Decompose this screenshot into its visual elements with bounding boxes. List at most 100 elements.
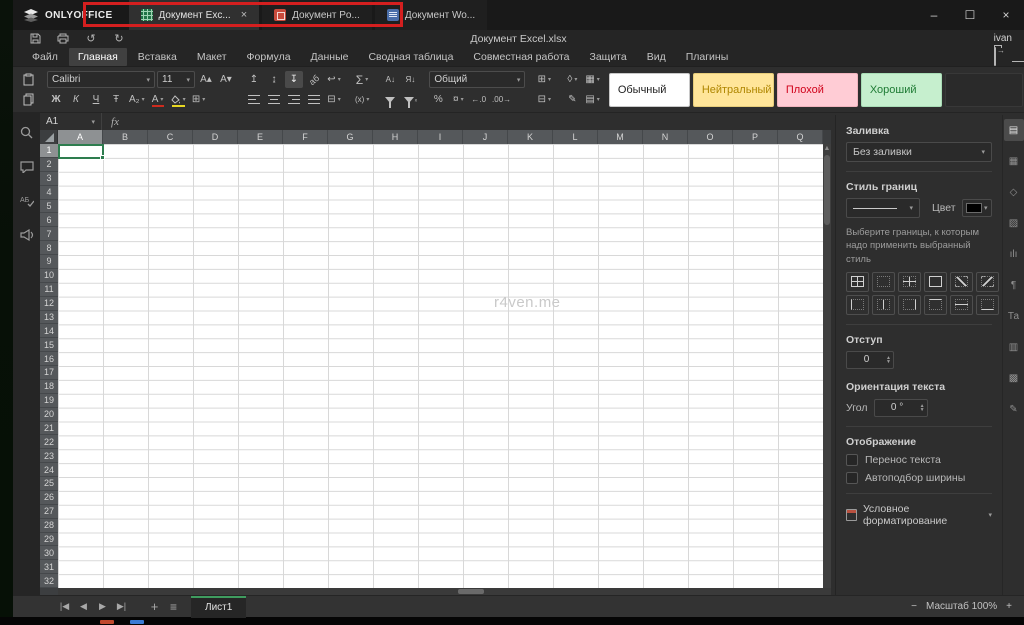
chart-settings-button[interactable]: ılı [1004, 243, 1024, 265]
clear-filter-button[interactable]: ₓ [401, 91, 419, 108]
menu-tab-Главная[interactable]: Главная [69, 48, 127, 66]
clear-button[interactable]: ◊ [563, 71, 581, 88]
horizontal-scrollbar[interactable] [58, 588, 831, 595]
filter-button[interactable] [381, 91, 399, 108]
bold-button[interactable]: Ж [47, 91, 65, 108]
column-header-A[interactable]: A [58, 130, 103, 144]
subscript-button[interactable]: А₂ [127, 91, 147, 108]
align-bottom-button[interactable]: ↧ [285, 71, 303, 88]
align-left-button[interactable] [245, 91, 263, 108]
row-header-14[interactable]: 14 [40, 324, 58, 338]
row-header-29[interactable]: 29 [40, 533, 58, 547]
sheet-list-button[interactable]: ≡ [164, 600, 183, 614]
border-outside-button[interactable] [924, 272, 947, 292]
align-right-button[interactable] [285, 91, 303, 108]
border-left-button[interactable] [846, 295, 869, 315]
row-header-24[interactable]: 24 [40, 463, 58, 477]
first-sheet-button[interactable]: |◀ [55, 601, 74, 612]
border-color-select[interactable]: ▾ [962, 199, 992, 217]
column-header-B[interactable]: B [103, 130, 148, 144]
select-all-corner[interactable] [40, 130, 58, 144]
menu-tab-Вид[interactable]: Вид [638, 48, 675, 66]
row-header-17[interactable]: 17 [40, 366, 58, 380]
row-header-11[interactable]: 11 [40, 283, 58, 297]
doc-tab[interactable]: Документ Po... [262, 0, 372, 30]
autosum-button[interactable]: Σ [353, 71, 371, 88]
merge-center-button[interactable]: ⊟ [325, 91, 343, 108]
row-header-27[interactable]: 27 [40, 505, 58, 519]
borders-button[interactable]: ⊞ [190, 91, 208, 108]
indent-spinner[interactable]: 0 ▲▼ [846, 351, 894, 369]
fill-select[interactable]: Без заливки ▾ [846, 142, 992, 162]
paragraph-settings-button[interactable]: ¶ [1004, 274, 1024, 296]
column-header-J[interactable]: J [463, 130, 508, 144]
close-button[interactable]: × [988, 0, 1024, 30]
undo-button[interactable]: ↺ [79, 31, 103, 47]
row-header-12[interactable]: 12 [40, 297, 58, 311]
align-justify-button[interactable] [305, 91, 323, 108]
row-header-9[interactable]: 9 [40, 255, 58, 269]
row-header-7[interactable]: 7 [40, 227, 58, 241]
decrease-decimal-button[interactable]: ←.0 [469, 91, 488, 108]
increase-font-button[interactable]: А▴ [197, 71, 215, 88]
print-button[interactable] [51, 31, 75, 47]
image-settings-button[interactable]: ▨ [1004, 212, 1024, 234]
menu-tab-Совместная работа[interactable]: Совместная работа [464, 48, 578, 66]
menu-tab-Файл[interactable]: Файл [23, 48, 67, 66]
table-settings-button[interactable]: ▦ [1004, 150, 1024, 172]
checkbox[interactable] [846, 472, 858, 484]
column-header-I[interactable]: I [418, 130, 463, 144]
align-center-button[interactable] [265, 91, 283, 108]
conditional-formatting-button[interactable]: Условное форматирование ▾ [846, 503, 992, 527]
italic-button[interactable]: К [67, 91, 85, 108]
column-header-Q[interactable]: Q [778, 130, 823, 144]
row-header-20[interactable]: 20 [40, 408, 58, 422]
column-header-G[interactable]: G [328, 130, 373, 144]
column-header-L[interactable]: L [553, 130, 598, 144]
row-header-31[interactable]: 31 [40, 560, 58, 574]
cell-style-Плохой[interactable]: Плохой [777, 73, 858, 107]
cell-style-Нейтральный[interactable]: Нейтральный [693, 73, 774, 107]
maximize-button[interactable]: ☐ [952, 0, 988, 30]
doc-tab[interactable]: Документ Wo... [375, 0, 487, 30]
border-bottom-button[interactable] [976, 295, 999, 315]
vertical-scroll-thumb[interactable] [824, 155, 830, 225]
orientation-button[interactable]: аб [305, 71, 323, 88]
vertical-scrollbar[interactable]: ▲ [823, 144, 831, 588]
row-header-13[interactable]: 13 [40, 311, 58, 325]
underline-button[interactable]: Ч [87, 91, 105, 108]
column-header-F[interactable]: F [283, 130, 328, 144]
wrap-text-button[interactable]: ↩ [325, 71, 343, 88]
column-header-K[interactable]: K [508, 130, 553, 144]
accounting-style-button[interactable]: ¤ [449, 91, 467, 108]
row-header-8[interactable]: 8 [40, 241, 58, 255]
row-header-4[interactable]: 4 [40, 186, 58, 200]
row-header-22[interactable]: 22 [40, 435, 58, 449]
cell-settings-button[interactable]: ▤ [1004, 119, 1024, 141]
paste-button[interactable] [19, 71, 37, 88]
feedback-button[interactable] [20, 229, 34, 241]
row-header-30[interactable]: 30 [40, 546, 58, 560]
border-line-style-select[interactable]: ▾ [846, 198, 920, 218]
delete-cells-button[interactable]: ⊟ [535, 91, 553, 108]
name-box[interactable]: A1 ▾ [40, 113, 102, 130]
doc-tab[interactable]: Документ Exc...× [129, 0, 260, 30]
row-header-3[interactable]: 3 [40, 172, 58, 186]
font-name-select[interactable]: Calibri▾ [47, 71, 155, 88]
tab-close-icon[interactable]: × [241, 9, 247, 21]
spinner-arrows-icon[interactable]: ▲▼ [886, 356, 893, 364]
textart-settings-button[interactable]: Та [1004, 305, 1024, 327]
percent-style-button[interactable]: % [429, 91, 447, 108]
style-chip-empty[interactable] [945, 73, 1023, 107]
column-header-C[interactable]: C [148, 130, 193, 144]
column-header-O[interactable]: O [688, 130, 733, 144]
row-header-15[interactable]: 15 [40, 338, 58, 352]
number-format-select[interactable]: Общий▾ [429, 71, 525, 88]
insert-cells-button[interactable]: ⊞ [535, 71, 553, 88]
minimize-button[interactable]: – [916, 0, 952, 30]
cells-area[interactable]: r4ven.me [58, 144, 823, 588]
sort-ascending-button[interactable]: А↓ [381, 71, 399, 88]
strikethrough-button[interactable]: Ŧ [107, 91, 125, 108]
slicer-settings-button[interactable]: ▥ [1004, 336, 1024, 358]
row-header-28[interactable]: 28 [40, 519, 58, 533]
